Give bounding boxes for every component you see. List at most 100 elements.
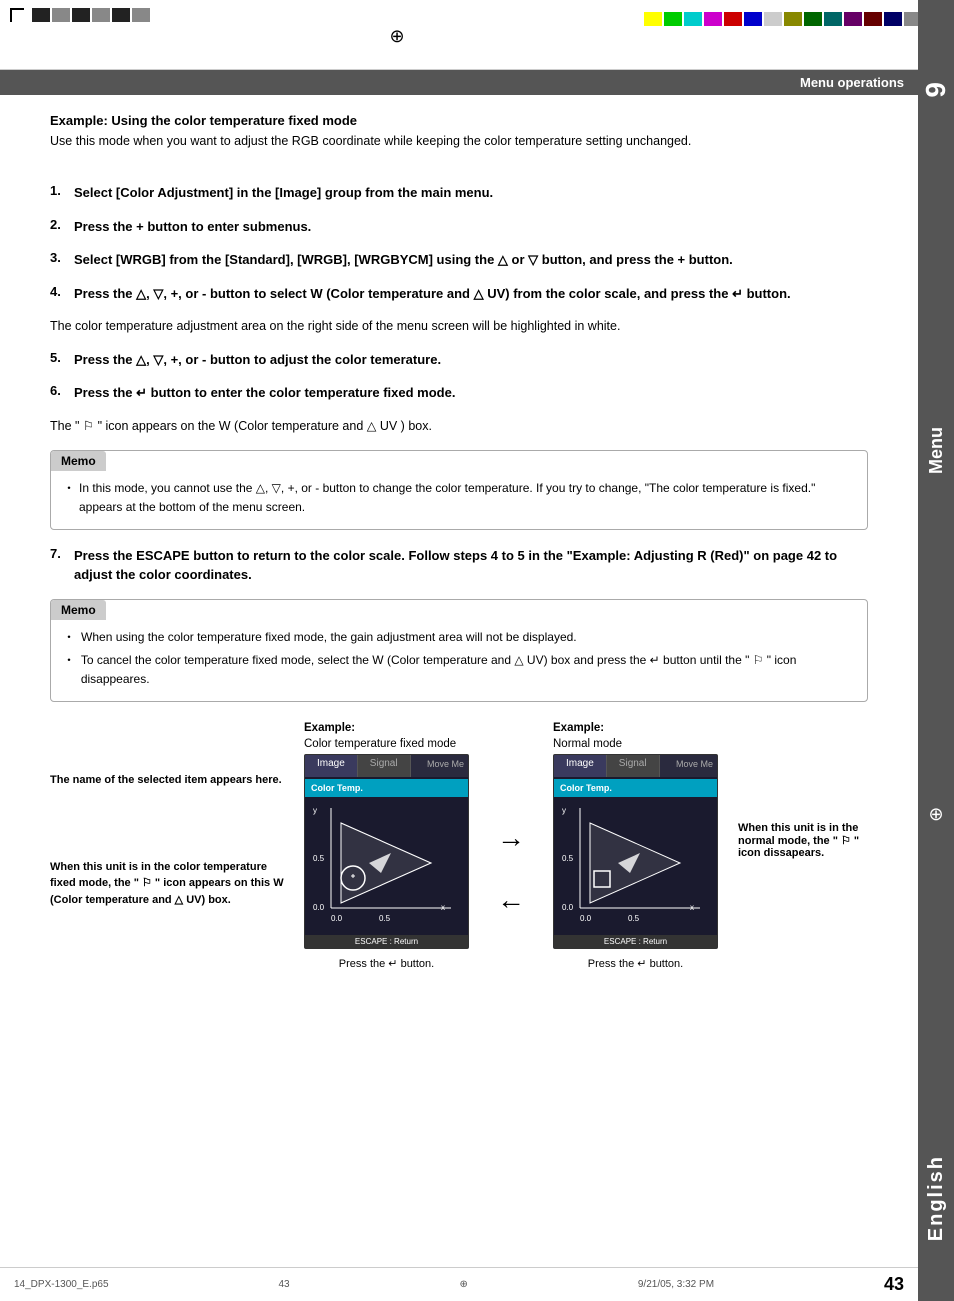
step-6-num: 6. bbox=[50, 383, 68, 403]
step-2: 2. Press the + button to enter submenus. bbox=[50, 217, 868, 237]
step-5: 5. Press the △, ▽, +, or - button to adj… bbox=[50, 350, 868, 370]
color-block-white bbox=[764, 12, 782, 26]
svg-text:0.0: 0.0 bbox=[562, 903, 574, 912]
memo-bullet-2: ・ bbox=[63, 628, 75, 647]
memo-bullet-3: ・ bbox=[63, 651, 75, 689]
memo-1-text-1: In this mode, you cannot use the △, ▽, +… bbox=[79, 479, 855, 517]
menu-tab-1-image: Image bbox=[305, 755, 358, 777]
footer-file-label: 14_DPX-1300_E.p65 bbox=[14, 1279, 109, 1290]
chart-svg-1: y 0.5 0.0 0.0 0.5 x bbox=[311, 803, 461, 928]
right-label-1: When this unit is in the normal mode, th… bbox=[738, 822, 868, 859]
menu-screen-1-move: Move Me bbox=[423, 755, 468, 773]
crosshair-icon bbox=[387, 26, 407, 46]
diagram-1-title: Example: bbox=[304, 722, 355, 734]
film-block-1 bbox=[32, 8, 50, 22]
diagram-1-subtitle: Color temperature fixed mode bbox=[304, 738, 456, 750]
film-block-5 bbox=[112, 8, 130, 22]
arrow-left-icon: ← bbox=[497, 884, 525, 916]
page-number: 43 bbox=[884, 1274, 904, 1295]
memo-box-1: Memo ・ In this mode, you cannot use the … bbox=[50, 450, 868, 530]
step-1: 1. Select [Color Adjustment] in the [Ima… bbox=[50, 183, 868, 203]
arrow-right-icon: → bbox=[497, 822, 525, 854]
step-6: 6. Press the ↵ button to enter the color… bbox=[50, 383, 868, 403]
page-header bbox=[0, 0, 954, 70]
step-4-num: 4. bbox=[50, 284, 68, 304]
footer-date: 9/21/05, 3:32 PM bbox=[638, 1279, 714, 1290]
example-subtitle: Use this mode when you want to adjust th… bbox=[50, 134, 868, 148]
color-block-dk-blue bbox=[884, 12, 902, 26]
film-block-3 bbox=[72, 8, 90, 22]
step-3-num: 3. bbox=[50, 250, 68, 270]
svg-text:0.5: 0.5 bbox=[628, 914, 640, 923]
step-1-text: Select [Color Adjustment] in the [Image]… bbox=[74, 183, 493, 203]
page-footer: 14_DPX-1300_E.p65 43 ⊕ 9/21/05, 3:32 PM … bbox=[0, 1267, 918, 1301]
escape-label-2: ESCAPE : Return bbox=[554, 935, 717, 948]
step-3-text: Select [WRGB] from the [Standard], [WRGB… bbox=[74, 250, 733, 270]
step-1-num: 1. bbox=[50, 183, 68, 203]
color-block-dk-cyan bbox=[824, 12, 842, 26]
svg-text:y: y bbox=[313, 806, 317, 815]
diagram-2-title: Example: bbox=[553, 722, 604, 734]
step-7: 7. Press the ESCAPE button to return to … bbox=[50, 546, 868, 585]
footer-page-left: 43 bbox=[278, 1279, 289, 1290]
color-block-red bbox=[724, 12, 742, 26]
color-temp-label-1: Color Temp. bbox=[311, 783, 363, 793]
color-block-dk-red bbox=[864, 12, 882, 26]
sidebar-section-number: 9 bbox=[920, 80, 952, 98]
info-text-1: The color temperature adjustment area on… bbox=[50, 317, 868, 336]
svg-text:x: x bbox=[441, 903, 445, 912]
step-3: 3. Select [WRGB] from the [Standard], [W… bbox=[50, 250, 868, 270]
header-right bbox=[644, 8, 944, 26]
left-label-2: When this unit is in the color temperatu… bbox=[50, 859, 284, 909]
header-left bbox=[10, 8, 150, 22]
diagram-left-labels: The name of the selected item appears he… bbox=[50, 722, 284, 908]
memo-bullet-1: ・ bbox=[63, 479, 73, 517]
film-strip-left bbox=[32, 8, 150, 22]
color-temp-label-2: Color Temp. bbox=[560, 783, 612, 793]
memo-2-item-2: ・ To cancel the color temperature fixed … bbox=[63, 651, 855, 689]
svg-text:0.5: 0.5 bbox=[562, 854, 574, 863]
chart-area-2: y 0.5 0.0 0.0 0.5 x bbox=[554, 799, 717, 932]
step-2-text: Press the + button to enter submenus. bbox=[74, 217, 311, 237]
film-block-4 bbox=[92, 8, 110, 22]
step-7-text: Press the ESCAPE button to return to the… bbox=[74, 546, 868, 585]
diagram-section: The name of the selected item appears he… bbox=[50, 722, 868, 978]
menu-screen-2: Move Me Image Signal Color Temp. bbox=[553, 754, 718, 949]
memo-2-content: ・ When using the color temperature fixed… bbox=[51, 620, 867, 702]
diagram-right-labels: When this unit is in the normal mode, th… bbox=[738, 722, 868, 859]
corner-mark-tl bbox=[10, 8, 24, 22]
menu-screen-2-move: Move Me bbox=[672, 755, 717, 773]
memo-2-item-1: ・ When using the color temperature fixed… bbox=[63, 628, 855, 647]
svg-text:0.0: 0.0 bbox=[313, 903, 325, 912]
memo-1-item-1: ・ In this mode, you cannot use the △, ▽,… bbox=[63, 479, 855, 517]
section-header-bar: Menu operations bbox=[0, 70, 918, 95]
step-7-num: 7. bbox=[50, 546, 68, 585]
chart-svg-2: y 0.5 0.0 0.0 0.5 x bbox=[560, 803, 710, 928]
step-2-num: 2. bbox=[50, 217, 68, 237]
color-block-magenta bbox=[704, 12, 722, 26]
menu-tab-1-signal: Signal bbox=[358, 755, 411, 777]
svg-text:0.0: 0.0 bbox=[331, 914, 343, 923]
sidebar-english-label: English bbox=[925, 1155, 948, 1241]
memo-2-header: Memo bbox=[51, 600, 106, 620]
menu-tab-2-signal: Signal bbox=[607, 755, 660, 777]
diagram-2-subtitle: Normal mode bbox=[553, 738, 622, 750]
left-label-1: The name of the selected item appears he… bbox=[50, 772, 284, 789]
arrow-between: → ← bbox=[489, 822, 533, 916]
press-button-label-2: Press the ↵ button. bbox=[588, 957, 683, 970]
color-strip bbox=[644, 12, 922, 26]
info-text-2: The " ⚐ " icon appears on the W (Color t… bbox=[50, 417, 868, 436]
step-4-text: Press the △, ▽, +, or - button to select… bbox=[74, 284, 791, 304]
menu-color-temp-row-2: Color Temp. bbox=[554, 779, 717, 797]
color-block-dk-green bbox=[804, 12, 822, 26]
svg-text:0.5: 0.5 bbox=[379, 914, 391, 923]
film-block-6 bbox=[132, 8, 150, 22]
step-5-num: 5. bbox=[50, 350, 68, 370]
sidebar-crosshair: ⊕ bbox=[928, 804, 943, 825]
memo-1-content: ・ In this mode, you cannot use the △, ▽,… bbox=[51, 471, 867, 529]
memo-1-header: Memo bbox=[51, 451, 106, 471]
memo-box-2: Memo ・ When using the color temperature … bbox=[50, 599, 868, 703]
film-block-2 bbox=[52, 8, 70, 22]
diagram-2-col: Example: Normal mode Move Me Image Signa… bbox=[553, 722, 718, 978]
svg-text:0.0: 0.0 bbox=[580, 914, 592, 923]
